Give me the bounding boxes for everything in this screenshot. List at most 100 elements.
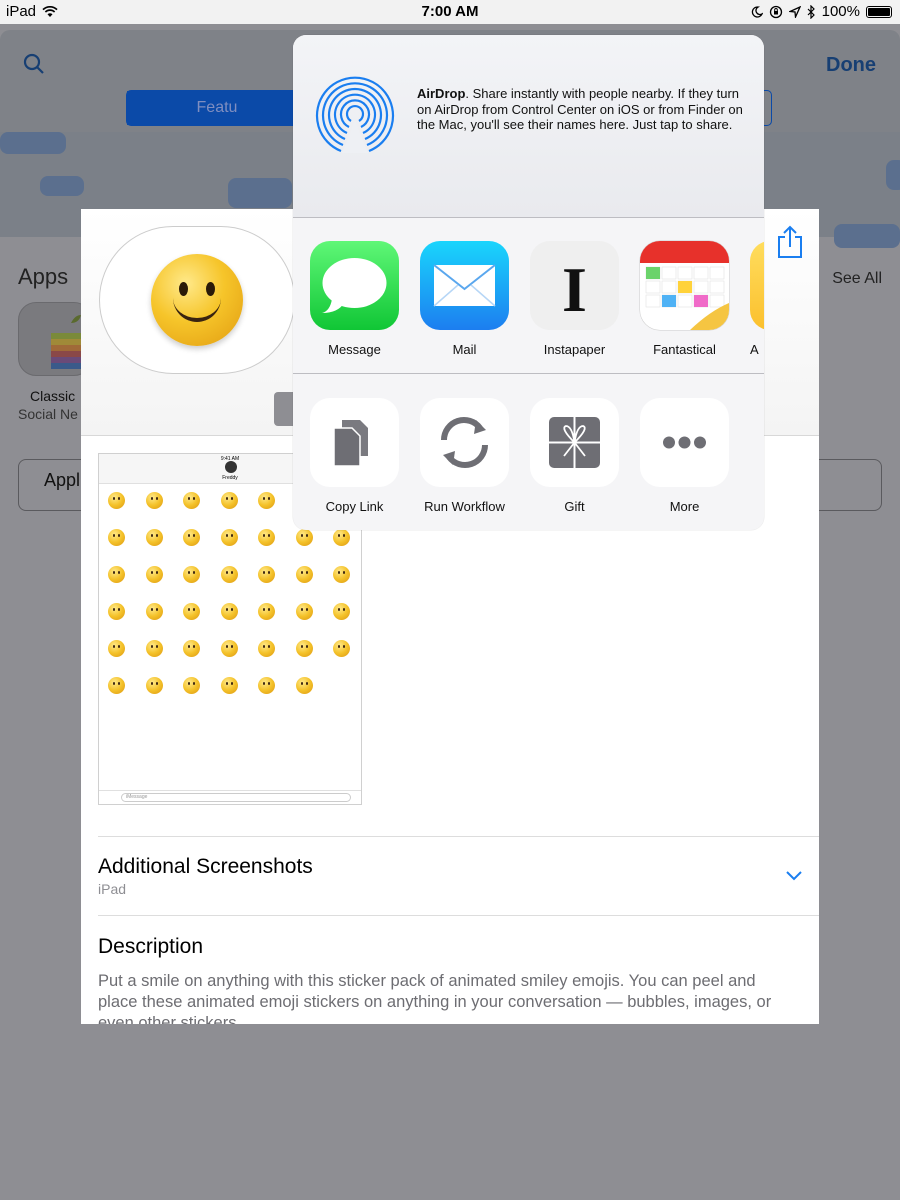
sticker-thumbnail — [108, 640, 125, 657]
share-app-label: Mail — [452, 342, 477, 357]
share-divider — [293, 373, 764, 374]
sticker-thumbnail — [258, 677, 275, 694]
banner-bubble — [40, 176, 84, 196]
status-bar: iPad 7:00 AM 100% — [0, 0, 900, 24]
sticker-thumbnail — [183, 529, 200, 546]
sticker-thumbnail — [333, 566, 350, 583]
sticker-thumbnail — [333, 640, 350, 657]
bluetooth-icon — [807, 4, 815, 19]
share-app-label: Instapaper — [543, 342, 606, 357]
sticker-thumbnail — [183, 677, 200, 694]
background-button-label: Appl — [44, 470, 81, 490]
share-app-label: A — [750, 342, 759, 357]
description-text: Put a smile on anything with this sticke… — [98, 972, 772, 1024]
sticker-thumbnail — [145, 492, 163, 509]
sticker-thumbnail — [258, 529, 275, 546]
action-copy-link[interactable]: Copy Link — [310, 398, 399, 514]
segment-featured[interactable]: Featu — [127, 91, 307, 125]
share-divider — [293, 217, 764, 218]
instapaper-icon: I — [530, 241, 619, 330]
status-right: 100% — [751, 3, 892, 20]
action-label: Run Workflow — [424, 499, 505, 514]
sticker-thumbnail — [145, 529, 163, 546]
share-icon[interactable] — [776, 225, 804, 259]
description-title: Description — [98, 935, 204, 958]
copy-link-icon — [310, 398, 399, 487]
imessage-field: iMessage — [121, 793, 351, 802]
banner-bubble — [228, 178, 292, 208]
action-label: Copy Link — [325, 499, 384, 514]
sticker-thumbnail — [108, 566, 125, 583]
share-app-notes[interactable]: A — [750, 241, 764, 357]
sticker-thumbnail — [183, 640, 200, 657]
share-app-instapaper[interactable]: I Instapaper — [530, 241, 619, 357]
share-app-mail[interactable]: Mail — [420, 241, 509, 357]
sticker-thumbnail — [333, 529, 350, 546]
share-actions-row: Copy Link Run Workflow Gift More — [293, 398, 764, 514]
sticker-thumbnail — [220, 603, 238, 620]
sticker-thumbnail — [333, 603, 350, 620]
avatar — [225, 461, 237, 473]
fantastical-icon — [640, 241, 729, 330]
banner-bubble — [0, 132, 66, 154]
additional-screenshots-title[interactable]: Additional Screenshots — [98, 855, 313, 879]
sticker-thumbnail — [183, 492, 200, 509]
sticker-thumbnail — [145, 677, 163, 694]
sticker-thumbnail — [108, 677, 125, 694]
action-run-workflow[interactable]: Run Workflow — [420, 398, 509, 514]
sticker-thumbnail — [258, 566, 275, 583]
airdrop-title: AirDrop — [417, 86, 466, 101]
sticker-thumbnail — [220, 677, 238, 694]
share-app-messages[interactable]: Message — [310, 241, 399, 357]
location-icon — [788, 5, 801, 18]
sticker-thumbnail — [220, 640, 238, 657]
sticker-thumbnail — [220, 529, 238, 546]
battery-percent: 100% — [821, 3, 860, 20]
workflow-icon — [420, 398, 509, 487]
see-all-link[interactable]: See All — [832, 270, 882, 288]
airdrop-section[interactable]: AirDrop. Share instantly with people nea… — [293, 35, 764, 217]
search-icon[interactable] — [22, 52, 46, 76]
additional-screenshots-sub: iPad — [98, 881, 127, 897]
action-more[interactable]: More — [640, 398, 729, 514]
share-app-label: Message — [328, 342, 381, 357]
sticker-thumbnail — [258, 603, 275, 620]
share-sheet: AirDrop. Share instantly with people nea… — [293, 35, 764, 530]
app-name: Classic — [30, 388, 76, 404]
smiley-icon — [151, 254, 243, 346]
apps-section-title: Apps — [18, 264, 69, 289]
sticker-thumbnail — [295, 566, 313, 583]
sticker-thumbnail — [145, 603, 163, 620]
rotation-lock-icon — [769, 5, 782, 18]
app-category: Social Ne — [18, 406, 78, 422]
sticker-thumbnail — [145, 640, 163, 657]
sticker-thumbnail — [108, 603, 125, 620]
action-label: More — [669, 499, 700, 514]
action-gift[interactable]: Gift — [530, 398, 619, 514]
moon-icon — [751, 5, 763, 18]
done-button[interactable]: Done — [826, 54, 876, 77]
mail-icon — [420, 241, 509, 330]
sticker-thumbnail — [108, 492, 125, 509]
sticker-app-icon — [99, 226, 295, 374]
banner-bubble — [834, 224, 900, 248]
airdrop-description: AirDrop. Share instantly with people nea… — [417, 86, 747, 133]
share-app-fantastical[interactable]: Fantastical — [640, 241, 729, 357]
battery-icon — [866, 5, 892, 18]
sticker-thumbnail — [258, 640, 275, 657]
notes-icon — [750, 241, 764, 330]
sticker-thumbnail — [183, 603, 200, 620]
section-divider — [98, 915, 819, 916]
more-icon — [640, 398, 729, 487]
gift-icon — [530, 398, 619, 487]
screenshot-input-bar: iMessage — [99, 790, 361, 804]
chevron-down-icon[interactable] — [785, 869, 803, 883]
sticker-thumbnail — [295, 640, 313, 657]
share-apps-row: Message Mail I Instapaper Fantastical A — [293, 241, 764, 357]
sticker-thumbnail — [108, 529, 125, 546]
section-divider — [98, 836, 819, 837]
messages-icon — [310, 241, 399, 330]
sticker-thumbnail — [220, 566, 238, 583]
sticker-thumbnail — [220, 492, 238, 509]
svg-text:I: I — [562, 254, 587, 325]
